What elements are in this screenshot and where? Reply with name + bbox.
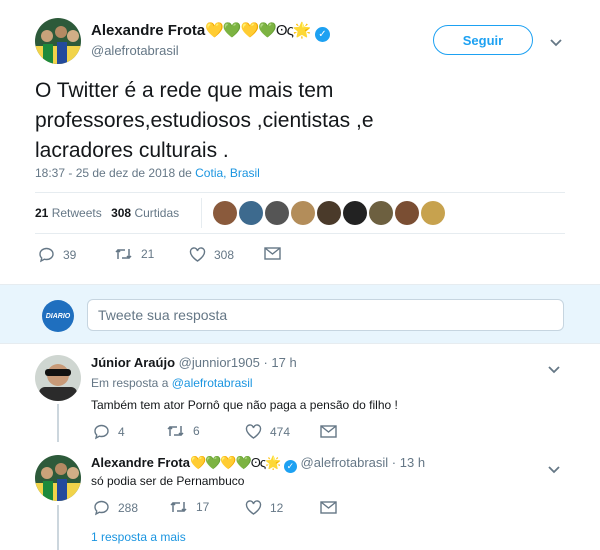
tweet-stats: 21 Retweets 308 Curtidas [35, 206, 179, 220]
liker-avatar[interactable] [395, 201, 419, 225]
author-avatar[interactable] [35, 18, 81, 64]
reply-icon [94, 500, 109, 516]
like-count: 308 [214, 247, 235, 262]
like-count: 12 [270, 500, 284, 515]
tweet-location[interactable]: Cotia, Brasil [195, 166, 260, 180]
like-count: 474 [270, 424, 291, 439]
show-more-replies-link[interactable]: 1 resposta a mais [91, 530, 186, 544]
direct-message-action[interactable] [264, 247, 289, 260]
tweet-text: O Twitter é a rede que mais tem professo… [35, 79, 374, 162]
in-reply-prefix: Em resposta a [91, 376, 169, 390]
reply-text: Também tem ator Pornô que não paga a pen… [91, 398, 398, 412]
reply-author-avatar[interactable] [35, 355, 81, 401]
retweet-action[interactable]: 17 [169, 500, 209, 514]
likes-count[interactable]: 308 [111, 206, 131, 220]
reply-header: Alexandre Frota💛💚💛💚ʘς🌟 ✓ @alefrotabrasil… [91, 455, 426, 473]
user-avatar-label: DIARIO [45, 312, 71, 320]
reply-action[interactable]: 288 [93, 500, 138, 516]
reply-count: 4 [118, 425, 125, 439]
author-emoji: 💛💚💛💚ʘς🌟 [205, 22, 311, 39]
liker-avatar[interactable] [343, 201, 367, 225]
reply-time[interactable]: 13 h [400, 455, 425, 470]
liker-avatar[interactable] [265, 201, 289, 225]
author-emoji: 💛💚💛💚ʘς🌟 [189, 455, 281, 470]
reply-author-handle[interactable]: @junnior1905 [179, 355, 260, 370]
reply-author-avatar[interactable] [35, 455, 81, 501]
liker-avatar[interactable] [291, 201, 315, 225]
retweet-icon [115, 248, 132, 260]
direct-message-action[interactable] [320, 425, 345, 438]
envelope-icon [320, 501, 337, 514]
envelope-icon [320, 425, 337, 438]
verified-badge-icon: ✓ [314, 27, 330, 42]
liker-avatar[interactable] [239, 201, 263, 225]
reply-count: 288 [118, 501, 139, 515]
liker-avatar[interactable] [369, 201, 393, 225]
retweet-icon [167, 425, 184, 437]
tweet-meta: 18:37 - 25 de dez de 2018 de Cotia, Bras… [35, 166, 260, 180]
like-action[interactable]: 474 [245, 424, 290, 439]
chevron-down-icon[interactable] [548, 361, 560, 379]
reply-composer: DIARIO Tweete sua resposta [0, 285, 600, 343]
reply-author-name[interactable]: Alexandre Frota [91, 455, 190, 470]
liker-avatars [213, 201, 463, 227]
reply-icon [39, 247, 54, 263]
liker-avatar[interactable] [421, 201, 445, 225]
reply-header: Júnior Araújo @junnior1905 · 17 h [91, 355, 297, 370]
envelope-icon [264, 247, 281, 260]
author-handle[interactable]: @alefrotabrasil [91, 43, 179, 58]
reply-text: só podia ser de Pernambuco [91, 474, 245, 488]
user-avatar[interactable]: DIARIO [42, 300, 74, 332]
reply-action[interactable]: 4 [93, 424, 125, 440]
liker-avatar[interactable] [213, 201, 237, 225]
reply-input[interactable]: Tweete sua resposta [87, 299, 564, 331]
reply-count: 39 [63, 248, 77, 262]
reply-icon [94, 424, 109, 440]
heart-icon [245, 424, 262, 439]
heart-icon [245, 500, 262, 515]
reply-time[interactable]: 17 h [271, 355, 296, 370]
follow-button[interactable]: Seguir [433, 25, 533, 55]
retweets-label[interactable]: Retweets [52, 206, 102, 220]
reply-author-name[interactable]: Júnior Araújo [91, 355, 175, 370]
retweet-action[interactable]: 6 [166, 424, 200, 438]
reply-action[interactable]: 39 [38, 247, 76, 263]
like-action[interactable]: 12 [245, 500, 283, 515]
chevron-down-icon[interactable] [550, 34, 562, 52]
retweet-count: 17 [196, 500, 210, 514]
retweet-count: 21 [141, 247, 155, 261]
stats-divider [201, 198, 202, 228]
chevron-down-icon[interactable] [548, 461, 560, 479]
in-reply-to: Em resposta a @alefrotabrasil [91, 376, 253, 390]
verified-badge-icon: ✓ [283, 460, 297, 473]
likes-label[interactable]: Curtidas [134, 206, 179, 220]
retweet-count: 6 [193, 424, 200, 438]
reply-author-handle[interactable]: @alefrotabrasil [301, 455, 389, 470]
retweet-action[interactable]: 21 [114, 247, 154, 261]
thread-line [57, 404, 59, 442]
heart-icon [189, 247, 206, 262]
retweets-count[interactable]: 21 [35, 206, 48, 220]
retweet-icon [170, 501, 187, 513]
author-header: Alexandre Frota💛💚💛💚ʘς🌟 ✓ [91, 21, 330, 42]
liker-avatar[interactable] [317, 201, 341, 225]
direct-message-action[interactable] [320, 501, 345, 514]
author-name[interactable]: Alexandre Frota [91, 22, 205, 39]
like-action[interactable]: 308 [189, 247, 234, 262]
in-reply-handle[interactable]: @alefrotabrasil [172, 376, 253, 390]
tweet-timestamp[interactable]: 18:37 - 25 de dez de 2018 de [35, 166, 192, 180]
thread-line [57, 505, 59, 550]
